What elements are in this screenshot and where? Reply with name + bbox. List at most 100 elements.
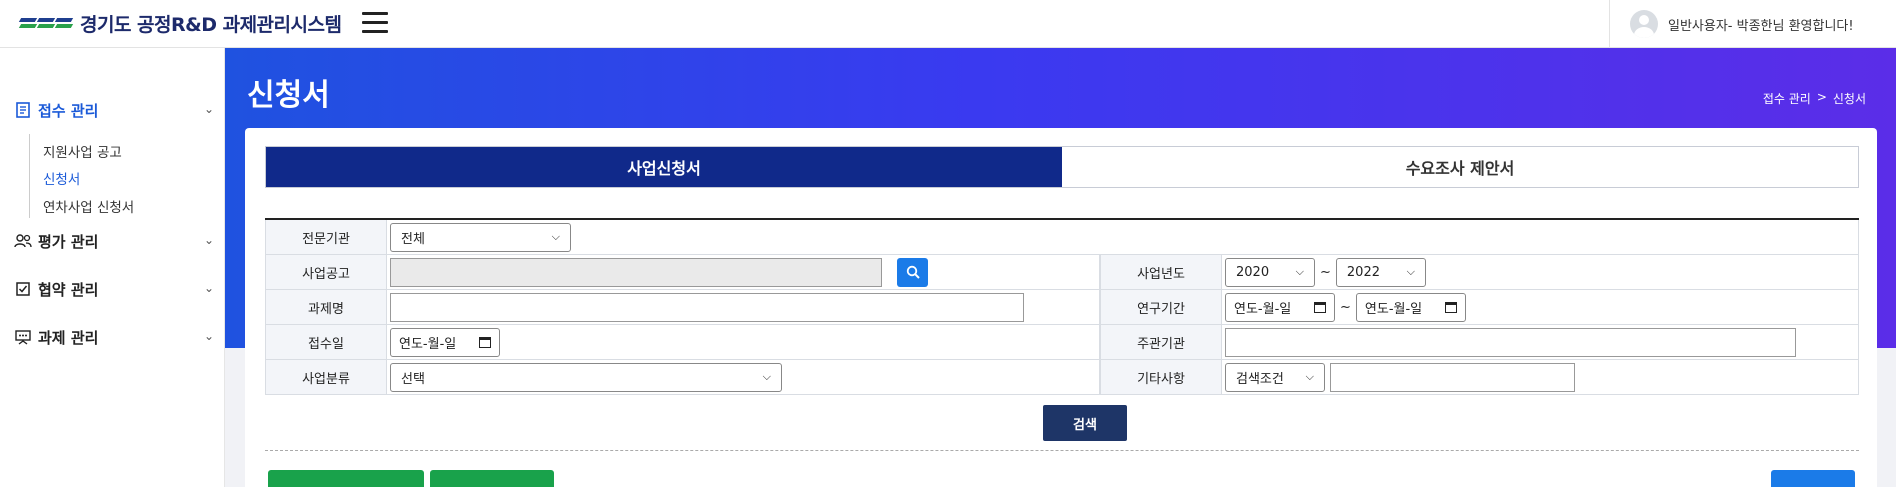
sidebar-item-application[interactable]: 신청서 — [43, 168, 80, 188]
search-row: 전문기관 전체 ⌵ — [265, 220, 1859, 255]
year-from-value: 2020 — [1236, 264, 1270, 280]
host-label: 주관기관 — [1100, 325, 1222, 359]
receipt-date-input[interactable]: 연도-월-일 — [390, 327, 500, 357]
agency-select-value: 전체 — [401, 231, 425, 247]
date-placeholder: 연도-월-일 — [1364, 301, 1423, 317]
range-separator: ~ — [1320, 264, 1331, 280]
calendar-icon — [479, 336, 491, 348]
chevron-down-icon: ⌵ — [1406, 265, 1415, 278]
host-cell — [1222, 325, 1859, 359]
chevron-down-icon: ⌄ — [203, 102, 214, 116]
agency-select[interactable]: 전체 ⌵ — [390, 222, 571, 252]
sidebar-group-evaluation[interactable]: 평가 관리 ⌄ — [14, 229, 214, 253]
notice-input[interactable] — [390, 257, 882, 287]
welcome-message: 일반사용자- 박종한님 환영합니다! — [1668, 18, 1854, 34]
tab-business-application[interactable]: 사업신청서 — [266, 147, 1062, 187]
sidebar-group-reception[interactable]: 접수 관리 ⌄ — [14, 98, 214, 122]
year-to-value: 2022 — [1346, 264, 1380, 280]
year-from-select[interactable]: 2020 ⌵ — [1225, 257, 1315, 287]
year-label: 사업년도 — [1100, 255, 1222, 289]
search-icon — [906, 265, 920, 279]
sidebar-item-support-notice[interactable]: 지원사업 공고 — [43, 141, 122, 161]
sidebar-group-label: 평가 관리 — [38, 232, 99, 251]
document-icon — [14, 101, 32, 119]
checkbox-icon — [14, 280, 32, 298]
sidebar-group-project[interactable]: 과제 관리 ⌄ — [14, 325, 214, 349]
period-label: 연구기간 — [1100, 290, 1222, 324]
users-icon — [14, 232, 32, 250]
search-button[interactable]: 검색 — [1043, 405, 1127, 441]
period-end-date[interactable]: 연도-월-일 — [1355, 292, 1466, 322]
register-button[interactable] — [1771, 470, 1855, 487]
receipt-date-cell: 연도-월-일 — [387, 325, 1100, 359]
calendar-icon — [1314, 301, 1326, 313]
app-title: 경기도 공정R&D 과제관리시스템 — [80, 13, 342, 36]
notice-cell — [387, 255, 1100, 289]
logo-mark-icon — [20, 16, 72, 30]
chevron-down-icon: ⌵ — [1295, 265, 1304, 278]
year-cell: 2020 ⌵ ~ 2022 ⌵ — [1222, 255, 1859, 289]
breadcrumb-item-current: 신청서 — [1832, 92, 1866, 106]
etc-label: 기타사항 — [1100, 360, 1222, 394]
hamburger-menu-icon[interactable] — [362, 12, 388, 34]
year-to-select[interactable]: 2022 ⌵ — [1335, 257, 1426, 287]
receipt-date-label: 접수일 — [265, 325, 387, 359]
app-logo[interactable]: 경기도 공정R&D 과제관리시스템 — [20, 10, 342, 36]
page-title: 신청서 — [247, 78, 330, 113]
sidebar-group-label: 과제 관리 — [38, 328, 99, 347]
chevron-down-icon: ⌵ — [551, 230, 560, 243]
range-separator: ~ — [1340, 299, 1351, 315]
avatar[interactable] — [1630, 10, 1658, 38]
breadcrumb: 접수 관리 > 신청서 — [1763, 90, 1866, 107]
divider — [265, 450, 1859, 451]
breadcrumb-item-reception[interactable]: 접수 관리 — [1763, 90, 1811, 107]
project-name-label: 과제명 — [265, 290, 387, 324]
sidebar-item-annual-application[interactable]: 연차사업 신청서 — [43, 196, 134, 216]
period-cell: 연도-월-일 ~ 연도-월-일 — [1222, 290, 1859, 324]
search-row: 사업공고 사업년도 2020 ⌵ ~ 2022 ⌵ — [265, 255, 1859, 290]
sidebar-group-label: 접수 관리 — [38, 101, 99, 120]
main-content: 신청서 접수 관리 > 신청서 사업신청서 수요조사 제안서 전문기관 전체 ⌵ — [225, 48, 1896, 487]
category-label: 사업분류 — [265, 360, 387, 394]
breadcrumb-separator: > — [1816, 90, 1827, 104]
chevron-down-icon: ⌄ — [203, 233, 214, 247]
sidebar: 접수 관리 ⌄ 지원사업 공고 신청서 연차사업 신청서 평가 관리 ⌄ 협약 … — [0, 48, 225, 487]
date-placeholder: 연도-월-일 — [1234, 301, 1292, 317]
search-row: 접수일 연도-월-일 주관기관 — [265, 325, 1859, 360]
user-info: 일반사용자- 박종한님 환영합니다! — [1609, 0, 1896, 48]
agency-cell: 전체 ⌵ — [387, 220, 1859, 254]
search-card: 사업신청서 수요조사 제안서 전문기관 전체 ⌵ 사업공고 사업년도 2020 … — [245, 128, 1877, 487]
etc-condition-select[interactable]: 검색조건 ⌵ — [1225, 362, 1325, 392]
host-input[interactable] — [1225, 327, 1796, 357]
period-start-date[interactable]: 연도-월-일 — [1225, 292, 1335, 322]
category-cell: 선택 ⌵ — [387, 360, 1100, 394]
excel-download-button-2[interactable] — [430, 470, 554, 487]
search-row: 과제명 연구기간 연도-월-일 ~ 연도-월-일 — [265, 290, 1859, 325]
date-placeholder: 연도-월-일 — [399, 336, 457, 352]
search-row: 사업분류 선택 ⌵ 기타사항 검색조건 ⌵ — [265, 360, 1859, 395]
tab-bar: 사업신청서 수요조사 제안서 — [265, 146, 1859, 188]
chevron-down-icon: ⌵ — [762, 370, 771, 383]
chevron-down-icon: ⌄ — [203, 329, 214, 343]
tab-demand-survey[interactable]: 수요조사 제안서 — [1062, 147, 1858, 187]
notice-search-button[interactable] — [897, 257, 928, 287]
agency-label: 전문기관 — [265, 220, 387, 254]
calendar-icon — [1444, 301, 1457, 313]
notice-label: 사업공고 — [265, 255, 387, 289]
project-name-cell — [387, 290, 1100, 324]
chevron-down-icon: ⌄ — [203, 281, 214, 295]
project-name-input[interactable] — [390, 292, 1024, 322]
top-header: 경기도 공정R&D 과제관리시스템 일반사용자- 박종한님 환영합니다! — [0, 0, 1896, 48]
search-form: 전문기관 전체 ⌵ 사업공고 사업년도 2020 ⌵ ~ 2022 ⌵ 과제명 … — [265, 218, 1859, 395]
etc-condition-value: 검색조건 — [1236, 371, 1284, 387]
sidebar-group-agreement[interactable]: 협약 관리 ⌄ — [14, 277, 214, 301]
chevron-down-icon: ⌵ — [1305, 370, 1314, 383]
etc-input[interactable] — [1330, 362, 1575, 392]
excel-download-button[interactable] — [268, 470, 424, 487]
presentation-icon — [14, 328, 32, 346]
submenu-divider — [29, 134, 30, 218]
category-select[interactable]: 선택 ⌵ — [390, 362, 782, 392]
category-select-value: 선택 — [401, 371, 425, 387]
etc-cell: 검색조건 ⌵ — [1222, 360, 1859, 394]
sidebar-group-label: 협약 관리 — [38, 280, 99, 299]
